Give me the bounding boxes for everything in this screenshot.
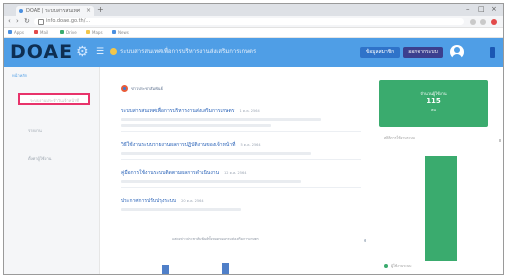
news-date: 12 ต.ค. 2564 xyxy=(224,171,247,175)
tab-title: DOAE | ระบบสารสนเทศ xyxy=(26,8,81,14)
usage-chart-bar xyxy=(425,156,457,261)
sidebar: หน้าหลัก ระบบงานประจำวันเจ้าหน้าที่ รายง… xyxy=(4,67,100,274)
profile-icon[interactable] xyxy=(491,19,497,25)
main-content: ข่าวประชาสัมพันธ์ ระบบสารสนเทศเพื่อการบร… xyxy=(100,67,367,274)
news-summary xyxy=(121,180,301,183)
news-date: 5 ต.ค. 2564 xyxy=(240,143,261,147)
sidebar-item-daily-work[interactable]: ระบบงานประจำวันเจ้าหน้าที่ xyxy=(18,93,90,105)
news-title[interactable]: วิธีใช้งานระบบรายงานผลการปฏิบัติงานของเจ… xyxy=(121,142,235,148)
news-title[interactable]: คู่มือการใช้งานระบบติดตามผลการดำเนินงาน xyxy=(121,170,219,176)
news-item[interactable]: วิธีใช้งานระบบรายงานผลการปฏิบัติงานของเจ… xyxy=(121,142,261,149)
divider xyxy=(121,159,361,160)
bookmark-item[interactable]: Maps xyxy=(86,30,103,35)
right-panel: จำนวนผู้ใช้งาน 115 คน สถิติการใช้งานระบบ… xyxy=(366,67,503,274)
exit-icon[interactable] xyxy=(490,47,495,58)
app-header: DOAE ⚙ ☰ ระบบสารสนเทศเพื่อการบริหารงานส่… xyxy=(4,38,503,67)
news-icon xyxy=(112,30,116,34)
stat-label: จำนวนผู้ใช้งาน xyxy=(420,91,447,96)
chart-caption: สถิติการใช้งานระบบ xyxy=(384,136,415,140)
reload-icon[interactable]: ↻ xyxy=(24,17,30,26)
url-text: info.doae.go.th/... xyxy=(46,18,91,24)
user-icon xyxy=(454,47,460,53)
doae-logo[interactable]: DOAE xyxy=(10,42,73,63)
news-item[interactable]: คู่มือการใช้งานระบบติดตามผลการดำเนินงาน 1… xyxy=(121,170,246,177)
page-note: แสดงข่าวประชาสัมพันธ์ทั้งหมดของกรมส่งเสร… xyxy=(172,237,259,241)
profile-button[interactable]: ข้อมูลสมาชิก xyxy=(360,47,400,58)
org-title: ระบบสารสนเทศเพื่อการบริหารงานส่งเสริมการ… xyxy=(120,48,257,55)
bookmarks-bar: Apps Mail Drive Maps News xyxy=(4,28,503,38)
address-bar[interactable]: info.doae.go.th/... xyxy=(34,18,464,25)
news-date: 1 ต.ค. 2564 xyxy=(239,109,260,113)
gear-icon: ⚙ xyxy=(76,44,89,60)
user-icon-body xyxy=(452,54,462,59)
news-icon xyxy=(121,85,128,92)
apps-icon xyxy=(8,30,12,34)
favicon-icon xyxy=(19,9,23,13)
forward-icon[interactable]: › xyxy=(16,17,19,26)
scroll-indicator xyxy=(499,139,501,142)
news-item[interactable]: ประกาศการปรับปรุงระบบ 20 ต.ค. 2564 xyxy=(121,198,204,205)
logout-button[interactable]: ออกจากระบบ xyxy=(403,47,443,58)
extension-icon[interactable] xyxy=(470,19,476,25)
news-summary xyxy=(121,152,311,155)
user-count-card: จำนวนผู้ใช้งาน 115 คน xyxy=(379,80,488,127)
lock-icon xyxy=(38,19,44,25)
sidebar-item-reports[interactable]: รายงาน xyxy=(18,125,90,137)
browser-window: DOAE | ระบบสารสนเทศ × + – □ × ‹ › ↻ info… xyxy=(3,3,504,275)
close-tab-icon[interactable]: × xyxy=(86,7,91,14)
maps-icon xyxy=(86,30,90,34)
new-tab-button[interactable]: + xyxy=(97,5,104,14)
close-window-button[interactable]: × xyxy=(491,5,497,14)
news-summary xyxy=(121,124,271,127)
menu-icon[interactable]: ☰ xyxy=(96,47,104,57)
legend-swatch xyxy=(384,264,388,268)
stat-value: 115 xyxy=(426,97,441,105)
minimize-button[interactable]: – xyxy=(466,5,470,14)
news-date: 20 ต.ค. 2564 xyxy=(181,199,204,203)
sidebar-heading: หน้าหลัก xyxy=(12,73,28,78)
org-seal-icon xyxy=(110,48,117,55)
bookmark-item[interactable]: News xyxy=(112,30,129,35)
bookmark-item[interactable]: Apps xyxy=(8,30,24,35)
news-summary xyxy=(121,208,241,211)
maximize-button[interactable]: □ xyxy=(478,5,485,14)
news-summary xyxy=(121,118,321,121)
back-icon[interactable]: ‹ xyxy=(8,17,11,26)
stat-unit: คน xyxy=(431,108,436,112)
breadcrumb[interactable]: ข่าวประชาสัมพันธ์ xyxy=(131,86,163,91)
mini-chart-bar xyxy=(222,263,229,274)
bookmark-item[interactable]: Mail xyxy=(34,30,48,35)
mail-icon xyxy=(34,30,38,34)
browser-toolbar: ‹ › ↻ info.doae.go.th/... xyxy=(4,16,503,28)
page-body: หน้าหลัก ระบบงานประจำวันเจ้าหน้าที่ รายง… xyxy=(4,67,503,274)
avatar[interactable] xyxy=(450,45,464,59)
sidebar-item-user-settings[interactable]: ตั้งค่าผู้ใช้งาน xyxy=(18,153,90,165)
divider xyxy=(121,131,361,132)
browser-tab[interactable]: DOAE | ระบบสารสนเทศ × xyxy=(16,6,94,16)
drive-icon xyxy=(60,30,64,34)
bookmark-item[interactable]: Drive xyxy=(60,30,77,35)
news-title[interactable]: ระบบสารสนเทศเพื่อการบริหารงานส่งเสริมการ… xyxy=(121,108,234,114)
news-title[interactable]: ประกาศการปรับปรุงระบบ xyxy=(121,198,176,204)
legend-label: ผู้ใช้งานระบบ xyxy=(391,264,412,268)
extension-icon[interactable] xyxy=(480,19,486,25)
news-item[interactable]: ระบบสารสนเทศเพื่อการบริหารงานส่งเสริมการ… xyxy=(121,108,260,115)
browser-titlebar: DOAE | ระบบสารสนเทศ × + – □ × xyxy=(4,4,503,16)
mini-chart-bar xyxy=(162,265,169,274)
divider xyxy=(121,187,361,188)
